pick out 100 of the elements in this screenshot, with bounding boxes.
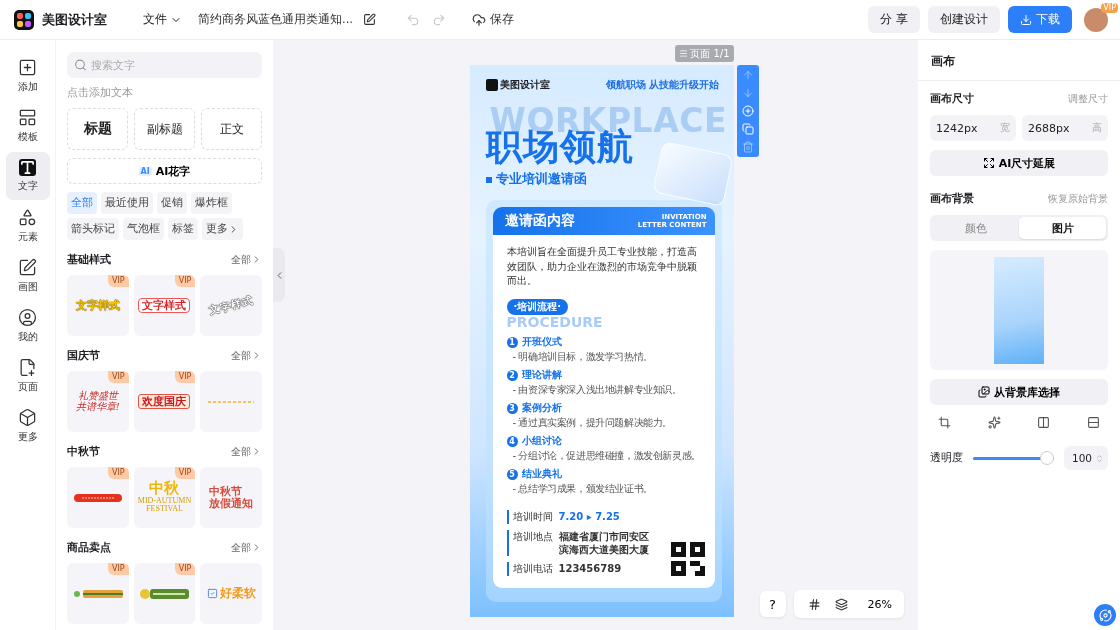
sidebar-item[interactable]: 画图 (5, 252, 50, 300)
flip-horizontal-icon[interactable] (1037, 416, 1051, 429)
copy-icon[interactable] (741, 123, 754, 135)
opacity-field[interactable]: 100 (1064, 446, 1108, 470)
text-preset-button[interactable]: 标题 (67, 108, 128, 150)
opacity-slider[interactable] (973, 451, 1054, 465)
ai-text-button[interactable]: AI AI花字 (67, 158, 262, 184)
save-button[interactable]: 保存 (465, 10, 520, 29)
text-style-card[interactable]: VIP 礼赞盛世 共谱华章! (67, 371, 129, 432)
step-title: 开班仪式 (521, 335, 562, 350)
collapse-handle[interactable] (273, 248, 285, 302)
sparkle-icon[interactable] (987, 416, 1001, 429)
vip-badge: VIP (108, 371, 129, 383)
sidebar-item[interactable]: 更多 (5, 402, 50, 450)
move-up-icon[interactable] (741, 69, 754, 81)
panel-title: 画布 (918, 40, 1120, 81)
step-description: - 明确培训目标，激发学习热情。 (511, 350, 654, 365)
text-style-card[interactable]: VIP (133, 563, 196, 624)
text-style-card[interactable]: 文字样式 (200, 275, 262, 336)
filter-tag[interactable]: 爆炸框 (191, 192, 232, 214)
info-value: 福建省厦门市同安区 滨海西大道美图大厦 (558, 530, 649, 557)
text-style-card[interactable]: VIP (67, 563, 129, 624)
chevron-right-icon (251, 446, 262, 457)
draw-icon (18, 258, 37, 277)
toolbar-button[interactable]: 创建设计 (928, 6, 1000, 33)
app-name: 美图设计室 (42, 10, 107, 29)
vip-badge: VIP (174, 275, 196, 287)
expand-icon (982, 157, 995, 169)
sidebar-item[interactable]: 添加 (5, 52, 50, 100)
sidebar-item[interactable]: 模板 (5, 102, 50, 150)
filter-tag[interactable]: 更多 (202, 218, 243, 240)
sidebar-item[interactable]: 页面 (5, 352, 50, 400)
help-button[interactable]: ? (759, 591, 786, 617)
sidebar-item[interactable]: 文字 (5, 152, 50, 200)
sidebar-item[interactable]: 元素 (5, 202, 50, 250)
text-style-card[interactable]: VIP 欢度国庆 (133, 371, 196, 432)
mine-icon (18, 308, 37, 327)
see-all-link[interactable]: 全部 (231, 252, 262, 267)
download-icon (1020, 13, 1032, 26)
sidebar-item[interactable]: 我的 (5, 302, 50, 350)
step-description: - 通过真实案例，提升问题解决能力。 (511, 416, 674, 431)
filter-tag[interactable]: 全部 (67, 192, 97, 214)
crop-icon[interactable] (938, 416, 951, 429)
poster-slogan: 领航职场 从技能升级开始 (606, 78, 720, 92)
label-drawing (139, 587, 190, 600)
see-all-link[interactable]: 全部 (231, 444, 262, 459)
orbit-icon (1098, 608, 1112, 622)
info-label: 培训电话 (512, 562, 553, 577)
unit-label: 高 (1092, 121, 1102, 135)
background-library-button[interactable]: 从背景库选择 (930, 379, 1108, 405)
vip-badge: VIP (108, 563, 129, 575)
text-preset-button[interactable]: 副标题 (134, 108, 195, 150)
vip-badge: VIP (174, 467, 196, 479)
category-title: 商品卖点 (67, 540, 111, 555)
slider-thumb[interactable] (1040, 451, 1054, 465)
filter-tag[interactable]: 箭头标记 (67, 218, 119, 240)
filter-tag[interactable]: 促销 (157, 192, 187, 214)
toolbar-button[interactable]: 分 享 (868, 6, 920, 33)
step-number: 5 (506, 468, 518, 480)
filter-tag[interactable]: 气泡框 (123, 218, 164, 240)
chevron-right-icon (251, 350, 262, 361)
section-title: 画布背景 (930, 191, 974, 206)
category-title: 中秋节 (67, 444, 100, 459)
search-field[interactable]: 搜索文字 (67, 52, 262, 78)
ai-extend-button[interactable]: AI尺寸延展 (930, 150, 1108, 176)
text-style-card[interactable]: VIP 文字样式 (67, 275, 129, 336)
add-icon (18, 58, 37, 77)
element-icon (18, 208, 37, 227)
segment-tab[interactable]: 图片 (1019, 217, 1106, 239)
flip-vertical-icon[interactable] (1086, 416, 1100, 429)
move-down-icon[interactable] (741, 87, 754, 99)
file-menu[interactable]: 文件 (135, 11, 190, 28)
text-style-card[interactable]: VIP (67, 467, 129, 528)
images-icon (978, 386, 990, 398)
chevron-right-icon (251, 254, 262, 265)
filter-tag[interactable]: 标签 (168, 218, 198, 240)
text-style-card[interactable]: VIP 中秋 MID-AUTUMN FESTIVAL (133, 467, 196, 528)
filter-tag[interactable]: 最近使用 (101, 192, 153, 214)
text-icon (19, 159, 36, 176)
text-style-card[interactable]: VIP 文字样式 (133, 275, 196, 336)
zoom-level[interactable]: 26% (867, 597, 892, 611)
vip-badge: VIP (174, 371, 196, 383)
info-value: 123456789 (558, 562, 622, 576)
step-description: - 总结学习成果，颁发结业证书。 (511, 482, 654, 497)
text-style-card[interactable]: 中秋节 放假通知 (200, 467, 262, 528)
chevron-right-icon (251, 542, 262, 553)
step-description: - 由资深专家深入浅出地讲解专业知识。 (511, 383, 683, 398)
step-title: 案例分析 (521, 401, 562, 416)
vip-badge: VIP (1101, 2, 1118, 13)
layers-icon[interactable] (832, 595, 850, 613)
app-logo-icon (14, 9, 34, 30)
delete-icon[interactable] (741, 141, 754, 153)
see-all-link[interactable]: 全部 (231, 348, 262, 363)
assistant-button[interactable] (1094, 604, 1116, 626)
info-label: 培训地点 (512, 530, 553, 545)
text-preset-button[interactable]: 正文 (201, 108, 262, 150)
see-all-link[interactable]: 全部 (231, 540, 262, 555)
add-page-icon[interactable] (741, 105, 754, 117)
stepper-icon (1095, 453, 1104, 463)
download-button[interactable]: 下载 (1008, 6, 1072, 33)
